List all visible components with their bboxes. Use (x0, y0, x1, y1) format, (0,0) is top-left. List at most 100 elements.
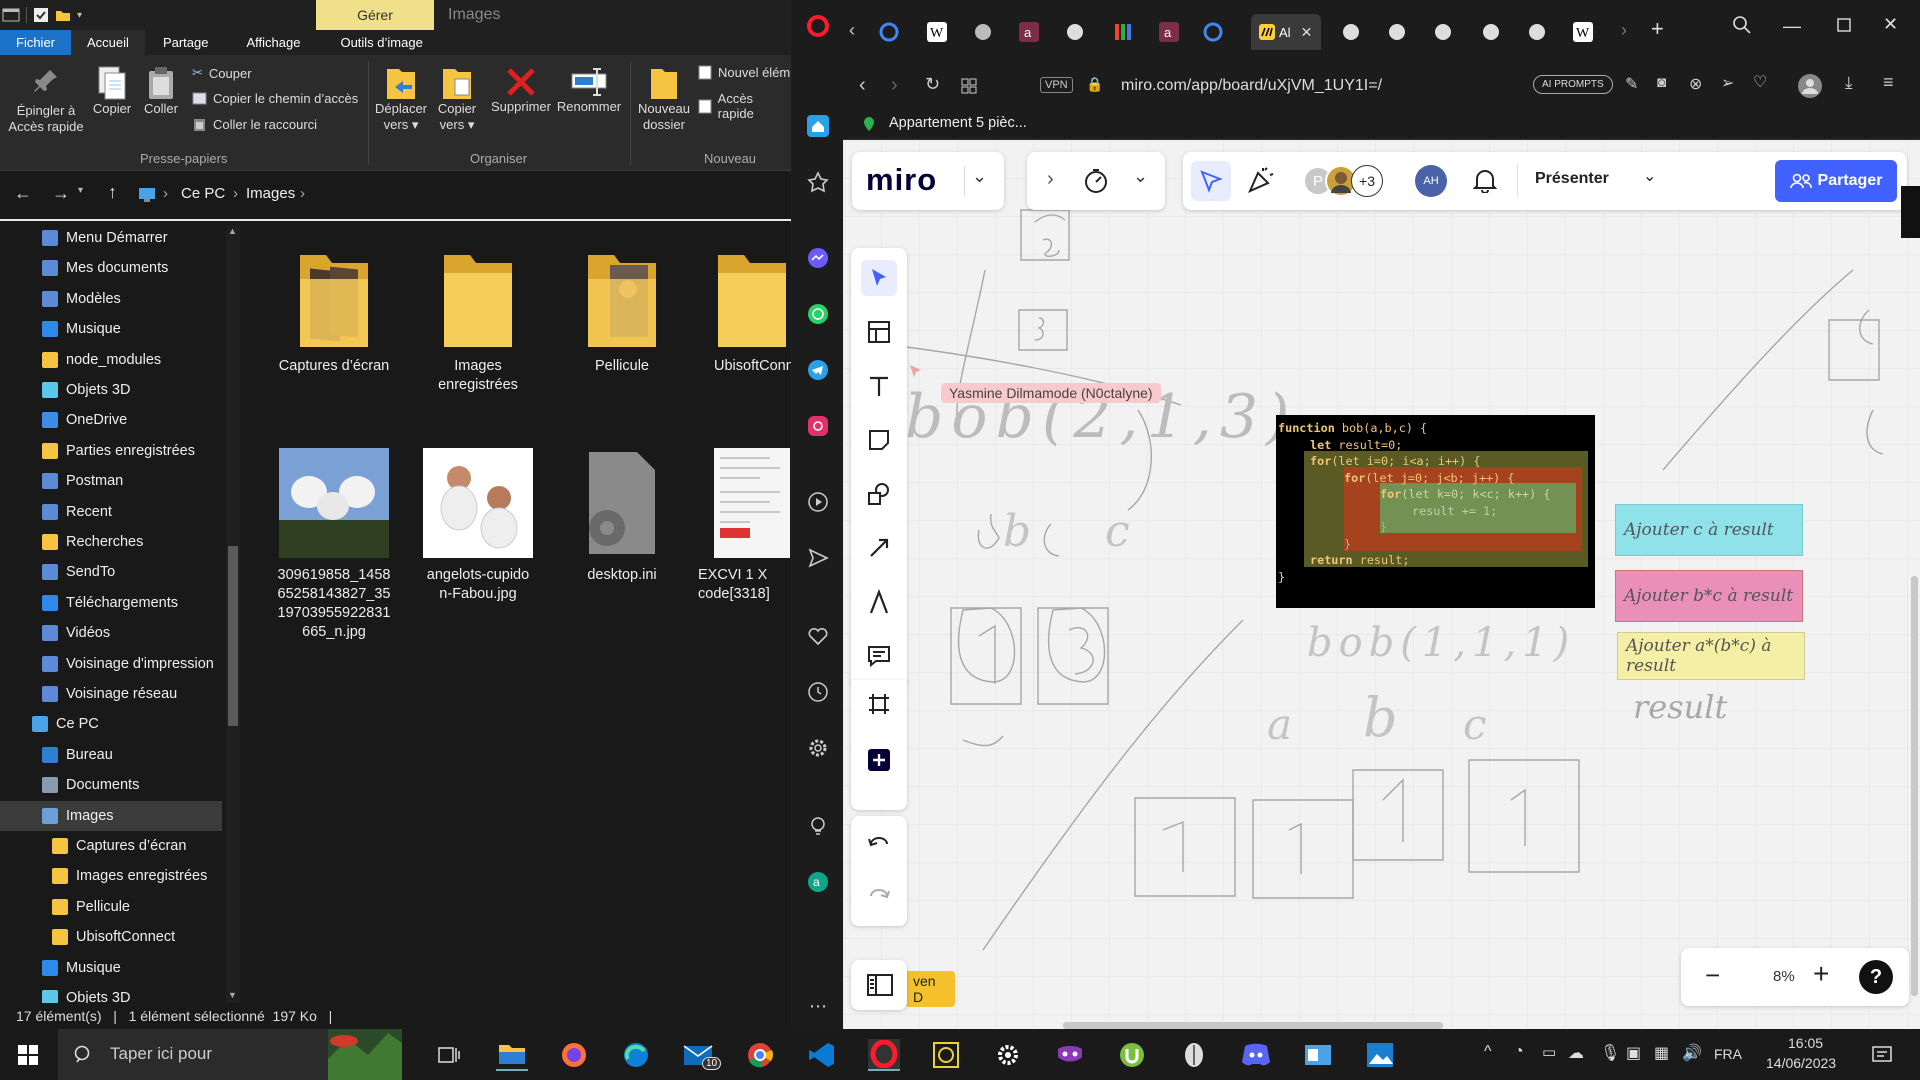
folder-images-enregistrees[interactable]: Images enregistrées (408, 245, 548, 395)
rename-button[interactable]: Renommer (554, 65, 624, 115)
file-309619858-jpg[interactable]: 309619858_1458 65258143827_35 1970395592… (264, 448, 404, 642)
pen-tool[interactable] (861, 584, 897, 620)
tab-globe1[interactable] (1061, 18, 1089, 46)
sticky-note-tool[interactable] (861, 422, 897, 458)
forward-icon[interactable]: › (891, 74, 898, 97)
taskbar-file-explorer[interactable] (496, 1039, 528, 1071)
camera-icon[interactable]: ◙ (1657, 74, 1666, 91)
taskbar-edge[interactable] (620, 1039, 652, 1071)
profile-icon[interactable] (1797, 73, 1823, 99)
windows-start-icon[interactable] (18, 1045, 38, 1065)
ai-prompts-button[interactable]: AI PROMPTS (1533, 75, 1613, 94)
telegram-icon[interactable] (804, 356, 832, 384)
tab-globe6[interactable] (1523, 18, 1551, 46)
folder-captures[interactable]: Captures d’écran (264, 245, 404, 376)
tab-google2[interactable] (1199, 18, 1227, 46)
avatar-ah[interactable]: AH (1415, 165, 1447, 197)
templates-tool[interactable] (861, 314, 897, 350)
nav-item[interactable]: Images enregistrées (0, 861, 240, 891)
tab-fichier[interactable]: Fichier (0, 30, 72, 55)
tab-globe5[interactable] (1477, 18, 1505, 46)
nav-item[interactable]: SendTo (0, 557, 240, 587)
new-item-button[interactable]: Nouvel élém (698, 65, 790, 80)
scroll-down-icon[interactable]: ▼ (228, 990, 237, 1000)
board-menu-chevron-icon[interactable]: ⌄ (972, 166, 987, 187)
notification-center-icon[interactable] (1872, 1045, 1892, 1065)
properties-icon[interactable] (33, 7, 49, 23)
more-tools-chevron-icon[interactable]: ⌄ (1133, 166, 1148, 187)
qat-dropdown-icon[interactable]: ▾ (77, 10, 82, 21)
reactions-button[interactable] (1191, 161, 1231, 201)
taskbar-mask-app[interactable] (1054, 1039, 1086, 1071)
wifi-icon[interactable]: ◔ (1514, 1043, 1524, 1061)
reload-icon[interactable]: ↻ (925, 74, 940, 95)
clock-time[interactable]: 16:05 (1788, 1035, 1823, 1051)
copy-to-button[interactable]: Copier vers ▾ (430, 63, 484, 133)
breadcrumb-images[interactable]: Images (246, 185, 295, 202)
folder-ubisoft[interactable]: UbisoftConn (694, 245, 791, 376)
cloud-icon[interactable]: ☁ (1568, 1043, 1584, 1063)
nav-item[interactable]: Musique (0, 953, 240, 983)
nav-item[interactable]: Documents (0, 770, 240, 800)
new-folder-qat-icon[interactable] (55, 7, 71, 23)
breadcrumb-ce-pc[interactable]: Ce PC (181, 185, 225, 202)
tab-clock[interactable] (969, 18, 997, 46)
heart-icon[interactable] (804, 622, 832, 650)
zoom-out-button[interactable]: − (1705, 960, 1720, 991)
file-excvi[interactable]: EXCVI 1 X code[3318] (694, 448, 791, 604)
comment-tool[interactable] (861, 638, 897, 674)
tab-google[interactable] (875, 18, 903, 46)
more-apps-tool[interactable] (861, 742, 897, 778)
more-icon[interactable]: ⋯ (804, 992, 832, 1020)
taskbar-settings[interactable] (992, 1039, 1024, 1071)
network-icon[interactable]: ▦ (1654, 1043, 1669, 1063)
menu-icon[interactable]: ≡ (1883, 72, 1894, 93)
code-block[interactable]: function bob(a,b,c) { let result=0; for(… (1276, 415, 1595, 608)
nav-item[interactable]: Modèles (0, 284, 240, 314)
vpn-badge[interactable]: VPN (1040, 77, 1073, 93)
tab-wikipedia[interactable]: W (923, 18, 951, 46)
sticky-note-pink[interactable]: Ajouter b*c à result (1615, 570, 1803, 622)
miro-logo[interactable]: miro (866, 162, 937, 198)
recent-dropdown-icon[interactable]: ▾ (78, 185, 83, 196)
block-icon[interactable]: ⊗ (1689, 74, 1702, 94)
tab-a1[interactable]: a (1015, 18, 1043, 46)
share-button[interactable]: Partager (1657, 160, 1897, 202)
taskbar-search-box[interactable]: Taper ici pour (58, 1029, 402, 1080)
back-arrow-icon[interactable]: ← (14, 183, 32, 204)
lock-icon[interactable]: 🔒 (1086, 76, 1103, 93)
zoom-in-button[interactable]: + (1813, 958, 1829, 990)
tab-outils-image[interactable]: Outils d’image (320, 30, 442, 55)
taskbar-firefox[interactable] (558, 1039, 590, 1071)
maximize-icon[interactable] (1837, 18, 1851, 32)
nav-item[interactable]: OneDrive (0, 405, 240, 435)
delete-button[interactable]: Supprimer (488, 65, 554, 115)
nav-item[interactable]: Postman (0, 466, 240, 496)
taskbar-chrome[interactable] (744, 1039, 776, 1071)
forward-arrow-icon[interactable]: → (52, 183, 70, 204)
tab-wikipedia2[interactable]: W (1569, 18, 1597, 46)
notifications-bell-icon[interactable] (1473, 167, 1497, 193)
speed-dial-icon[interactable] (961, 78, 977, 94)
frame-tool[interactable] (861, 686, 897, 722)
nav-item[interactable]: Voisinage d'impression (0, 649, 240, 679)
text-tool[interactable] (861, 368, 897, 404)
nav-item[interactable]: Téléchargements (0, 588, 240, 618)
bookmark-heart-icon[interactable]: ♡ (1753, 72, 1767, 92)
tab-miro-active[interactable]: Al ✕ (1251, 14, 1321, 50)
close-tab-icon[interactable]: ✕ (1301, 24, 1313, 41)
pin-quick-access-button[interactable]: Épingler à Accès rapide (6, 67, 86, 135)
volume-icon[interactable]: 🔊 (1682, 1043, 1702, 1063)
sticky-note-yellow[interactable]: Ajouter a*(b*c) à result (1617, 632, 1805, 680)
nav-item[interactable]: Musique (0, 314, 240, 344)
taskbar-vscode[interactable] (806, 1039, 838, 1071)
nav-item[interactable]: Mes documents (0, 253, 240, 283)
tab-globe2[interactable] (1337, 18, 1365, 46)
tab-globe4[interactable] (1429, 18, 1457, 46)
zoom-level[interactable]: 8% (1773, 968, 1795, 985)
tab-a2[interactable]: a (1155, 18, 1183, 46)
microphone-icon[interactable]: 🎙 (1600, 1043, 1620, 1063)
tab-affichage[interactable]: Affichage (226, 30, 320, 55)
redo-button[interactable] (861, 878, 897, 914)
nav-item[interactable]: UbisoftConnect (0, 922, 240, 952)
